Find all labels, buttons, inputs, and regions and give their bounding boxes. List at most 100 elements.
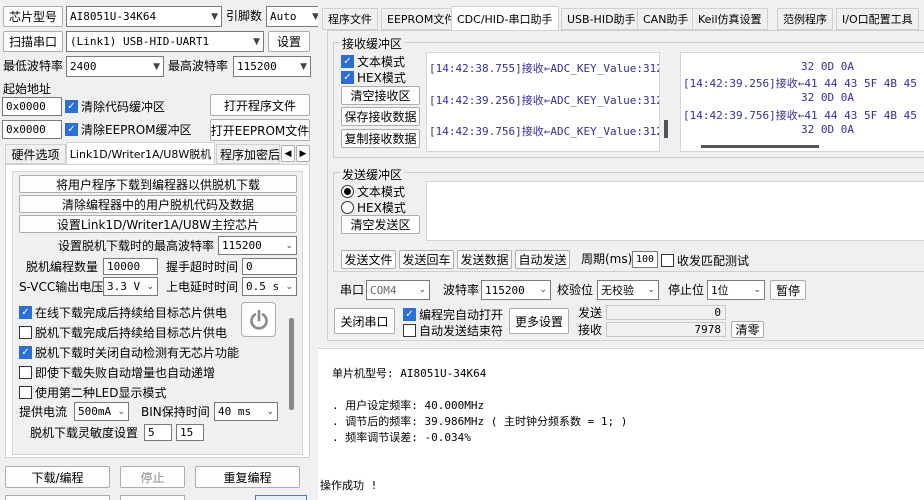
tab-serial-assistant[interactable]: CDC/HID-串口助手 bbox=[451, 6, 559, 31]
code-address-input[interactable]: 0x0000 bbox=[2, 97, 62, 116]
pin-count-value: Auto bbox=[270, 10, 297, 23]
chip-model-button[interactable]: 芯片型号 bbox=[3, 6, 63, 27]
open-program-file-button[interactable]: 打开程序文件 bbox=[210, 94, 310, 116]
power-delay-select[interactable]: 0.5 s ⌄ bbox=[242, 277, 297, 296]
send-text-mode-radio[interactable]: 文本模式 bbox=[341, 183, 405, 200]
tab-eeprom-file[interactable]: EEPROM文件 bbox=[381, 8, 462, 30]
tab-scroll-left-icon[interactable]: ◀ bbox=[281, 145, 295, 162]
pause-button[interactable]: 暂停 bbox=[770, 280, 806, 300]
log-line: 单片机型号: AI8051U-34K64 bbox=[332, 367, 487, 380]
sensitivity-label: 脱机下载灵敏度设置 bbox=[30, 426, 139, 440]
parity-select[interactable]: 无校验 ⌄ bbox=[597, 280, 659, 300]
send-enter-button[interactable]: 发送回车 bbox=[399, 250, 454, 269]
chevron-down-icon: ⌄ bbox=[117, 406, 125, 417]
check-icon: ✓ bbox=[341, 71, 354, 84]
stop-button[interactable]: 停止 bbox=[120, 466, 185, 488]
tab-can[interactable]: CAN助手 bbox=[637, 8, 695, 30]
tab-scroll-right-icon[interactable]: ▶ bbox=[296, 145, 310, 162]
bin-hold-time-value: 40 ms bbox=[218, 405, 252, 418]
clear-receive-button[interactable]: 清空接收区 bbox=[341, 86, 420, 105]
svcc-voltage-value: 3.3 V bbox=[107, 280, 141, 293]
period-input[interactable]: 100 bbox=[632, 251, 658, 268]
clear-programmer-code-button[interactable]: 清除编程器中的用户脱机代码及数据 bbox=[19, 195, 297, 213]
send-file-button[interactable]: 发送文件 bbox=[341, 250, 396, 269]
open-eeprom-file-button[interactable]: 打开EEPROM文件 bbox=[210, 119, 310, 141]
stop-bits-select[interactable]: 1位 ⌄ bbox=[707, 280, 765, 300]
match-test-checkbox[interactable]: 收发匹配测试 bbox=[661, 252, 749, 269]
send-text-area[interactable] bbox=[426, 181, 924, 241]
send-hex-mode-radio[interactable]: HEX模式 bbox=[341, 199, 406, 216]
check-icon: ✓ bbox=[65, 123, 78, 136]
supply-current-select[interactable]: 500mA ⌄ bbox=[74, 402, 129, 421]
period-label: 周期(ms) bbox=[581, 252, 633, 266]
checkbox-empty-icon bbox=[19, 366, 32, 379]
repeat-program-button[interactable]: 重复编程 bbox=[195, 466, 300, 488]
radio-selected-icon bbox=[341, 185, 354, 198]
handshake-timeout-input[interactable]: 0 bbox=[242, 258, 297, 275]
tab-encrypt[interactable]: 程序加密后 bbox=[216, 144, 280, 164]
clear-code-buffer-checkbox[interactable]: ✓ 清除代码缓冲区 bbox=[65, 98, 165, 115]
supply-current-value: 500mA bbox=[78, 405, 112, 418]
auto-terminator-checkbox[interactable]: 自动发送结束符 bbox=[403, 322, 503, 339]
tab-keil[interactable]: Keil仿真设置 bbox=[692, 8, 768, 30]
scrollbar-thumb[interactable] bbox=[289, 318, 294, 410]
auto-open-checkbox[interactable]: ✓ 编程完自动打开 bbox=[403, 306, 503, 323]
offline-keep-power-checkbox[interactable]: 脱机下载完成后持续给目标芯片供电 bbox=[19, 324, 227, 341]
save-receive-button[interactable]: 保存接收数据 bbox=[341, 107, 420, 126]
tab-hardware-options[interactable]: 硬件选项 bbox=[5, 144, 66, 164]
send-hex-mode-label: HEX模式 bbox=[357, 201, 406, 215]
receive-text-mode-checkbox[interactable]: ✓ 文本模式 bbox=[341, 53, 405, 70]
online-keep-power-checkbox[interactable]: ✓ 在线下载完成后持续给目标芯片供电 bbox=[19, 304, 227, 321]
chip-model-select[interactable]: AI8051U-34K64 ▼ bbox=[66, 6, 222, 27]
checkbox-empty-icon bbox=[19, 326, 32, 339]
tab-program-file[interactable]: 程序文件 bbox=[322, 8, 378, 30]
pin-count-select[interactable]: Auto ▼ bbox=[266, 6, 323, 27]
settings-button[interactable]: 设置 bbox=[268, 31, 310, 52]
serial-baud-select[interactable]: 115200 ⌄ bbox=[481, 280, 551, 300]
clear-code-buffer-label: 清除代码缓冲区 bbox=[81, 100, 166, 114]
close-port-button[interactable]: 关闭串口 bbox=[334, 308, 395, 334]
receive-text-mode-label: 文本模式 bbox=[357, 55, 406, 69]
disable-chip-detect-checkbox[interactable]: ✓ 脱机下载时关闭自动检测有无芯片功能 bbox=[19, 344, 239, 361]
receive-text-area[interactable]: [14:42:38.755]接收←ADC_KEY_Value:312 [14:4… bbox=[426, 52, 660, 152]
tab-usb-hid[interactable]: USB-HID助手 bbox=[561, 8, 642, 30]
send-text-mode-label: 文本模式 bbox=[357, 185, 406, 199]
receive-hex-area[interactable]: 32 0D 0A [14:42:39.256]接收←41 44 43 5F 4B… bbox=[680, 52, 924, 152]
scan-port-button[interactable]: 扫描串口 bbox=[3, 31, 63, 52]
receive-scrollbar-thumb[interactable] bbox=[664, 120, 668, 138]
offline-max-baud-select[interactable]: 115200 ⌄ bbox=[218, 236, 297, 255]
chevron-down-icon: ⌄ bbox=[285, 240, 293, 251]
clear-count-button[interactable]: 清零 bbox=[731, 321, 764, 338]
send-data-button[interactable]: 发送数据 bbox=[457, 250, 512, 269]
min-baud-select[interactable]: 2400 ▼ bbox=[66, 56, 164, 77]
download-program-button[interactable]: 下载/编程 bbox=[5, 466, 110, 488]
tab-examples[interactable]: 范例程序 bbox=[777, 8, 833, 30]
clear-send-button[interactable]: 清空发送区 bbox=[341, 215, 420, 234]
program-count-input[interactable]: 10000 bbox=[103, 258, 158, 275]
sensitivity-input-1[interactable]: 5 bbox=[144, 424, 172, 441]
online-keep-power-label: 在线下载完成后持续给目标芯片供电 bbox=[35, 306, 228, 320]
tab-offline[interactable]: Link1D/Writer1A/U8W脱机 bbox=[66, 142, 215, 165]
clear-eeprom-buffer-checkbox[interactable]: ✓ 清除EEPROM缓冲区 bbox=[65, 121, 192, 138]
eeprom-address-input[interactable]: 0x0000 bbox=[2, 120, 62, 139]
serial-port-select[interactable]: COM4 ⌄ bbox=[366, 280, 430, 300]
max-baud-select[interactable]: 115200 ▼ bbox=[233, 56, 311, 77]
port-select[interactable]: (Link1) USB-HID-UART1 ▼ bbox=[66, 31, 264, 52]
sensitivity-input-2[interactable]: 15 bbox=[176, 424, 204, 441]
tab-io-config[interactable]: I/O口配置工具 bbox=[836, 8, 919, 30]
horizontal-scrollbar-thumb[interactable] bbox=[701, 145, 819, 148]
more-settings-button[interactable]: 更多设置 bbox=[509, 308, 569, 334]
receive-text-line: [14:42:39.756]接收←ADC_KEY_Value:312 bbox=[429, 125, 660, 138]
receive-hex-mode-checkbox[interactable]: ✓ HEX模式 bbox=[341, 69, 406, 86]
set-master-chip-button[interactable]: 设置Link1D/Writer1A/U8W主控芯片 bbox=[19, 215, 297, 233]
auto-increment-checkbox[interactable]: 即使下载失败自动增量也自动递增 bbox=[19, 364, 215, 381]
output-log[interactable]: 单片机型号: AI8051U-34K64 . 用户设定频率: 40.000MHz… bbox=[318, 348, 924, 500]
bin-hold-time-select[interactable]: 40 ms ⌄ bbox=[214, 402, 278, 421]
auto-send-button[interactable]: 自动发送 bbox=[515, 250, 570, 269]
power-button[interactable] bbox=[241, 302, 276, 337]
pin-count-label: 引脚数 bbox=[226, 9, 263, 23]
download-to-programmer-button[interactable]: 将用户程序下载到编程器以供脱机下载 bbox=[19, 175, 297, 193]
copy-receive-button[interactable]: 复制接收数据 bbox=[341, 129, 420, 148]
second-led-mode-checkbox[interactable]: 使用第二种LED显示模式 bbox=[19, 384, 167, 401]
svcc-voltage-select[interactable]: 3.3 V ⌄ bbox=[103, 277, 158, 296]
